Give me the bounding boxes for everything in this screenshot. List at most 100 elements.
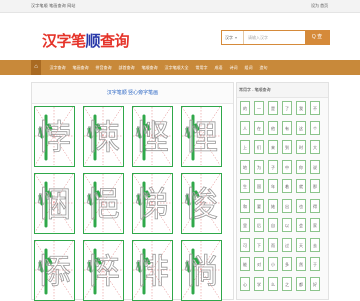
sidebar-char-link[interactable]: 时 xyxy=(296,140,306,154)
nav-item[interactable]: 汉字查询 xyxy=(46,60,69,75)
sidebar-char-link[interactable]: 到 xyxy=(282,140,292,154)
sidebar-char-link[interactable]: 好 xyxy=(310,276,320,291)
sidebar-char-link[interactable]: 下 xyxy=(254,237,264,252)
sidebar-char-link[interactable]: 她 xyxy=(268,198,278,213)
sidebar-char-link[interactable]: 后 xyxy=(254,218,264,232)
nav-item[interactable]: 笔画查询 xyxy=(69,60,92,75)
sidebar-char-link[interactable]: 了 xyxy=(282,101,292,115)
sidebar-char-link[interactable]: 是 xyxy=(268,101,278,115)
sidebar-char-link[interactable]: 得 xyxy=(310,198,320,213)
sidebar-char-link[interactable]: 可 xyxy=(240,237,250,252)
sidebar-char-link[interactable]: 说 xyxy=(310,159,320,174)
sidebar-char-link[interactable]: 们 xyxy=(254,140,264,154)
sidebar-char-link[interactable]: 地 xyxy=(240,159,250,174)
sidebar-char-link[interactable]: 出 xyxy=(282,198,292,213)
stroke-char: 悌 xyxy=(135,185,169,225)
sidebar-char-link[interactable]: 的 xyxy=(240,101,250,115)
nav-item[interactable]: 常用字 xyxy=(192,60,211,75)
sidebar-char-link[interactable]: 天 xyxy=(296,237,306,252)
sidebar-char-link[interactable]: 来 xyxy=(268,140,278,154)
sidebar-char-link[interactable]: 对 xyxy=(254,257,264,271)
main-panel: 汉字笔顺 竖心旁字笔画 悖悚悭悝悃悒悌悛悿悴悱惝 xyxy=(31,82,234,301)
sidebar-char-link[interactable]: 多 xyxy=(282,257,292,271)
sidebar-char-link[interactable]: 能 xyxy=(240,257,250,271)
nav-item[interactable]: 成语 xyxy=(211,60,226,75)
sidebar-char-link[interactable]: 么 xyxy=(268,276,278,291)
stroke-char: 悝 xyxy=(184,118,218,158)
stroke-char-cell[interactable]: 悚 xyxy=(83,106,124,167)
sidebar-char-link[interactable]: 自 xyxy=(268,218,278,232)
stroke-char: 悖 xyxy=(37,118,71,158)
sidebar-char-link[interactable]: 大 xyxy=(310,140,320,154)
sidebar-char-link[interactable]: 上 xyxy=(240,140,250,154)
sidebar-char-link[interactable]: 有 xyxy=(282,120,292,135)
sidebar-char-link[interactable]: 家 xyxy=(310,218,320,232)
stroke-char-cell[interactable]: 悛 xyxy=(181,173,222,234)
nav-item[interactable]: 部首查询 xyxy=(115,60,138,75)
sidebar-char-link[interactable]: 国 xyxy=(254,179,264,193)
stroke-char-cell[interactable]: 惝 xyxy=(181,240,222,301)
sidebar-char-link[interactable]: 过 xyxy=(282,237,292,252)
sidebar-char-link[interactable]: 为 xyxy=(254,159,264,174)
stroke-char-cell[interactable]: 悭 xyxy=(132,106,173,167)
search-box: 汉字 ▾ 请输入汉字 Q 查 xyxy=(221,30,330,45)
sidebar-char-link[interactable]: 去 xyxy=(310,237,320,252)
sidebar-char-link[interactable]: 小 xyxy=(268,257,278,271)
stroke-char-cell[interactable]: 悒 xyxy=(83,173,124,234)
stroke-char-cell[interactable]: 悖 xyxy=(34,106,75,167)
search-button[interactable]: Q 查 xyxy=(305,31,329,44)
sidebar-char-link[interactable]: 不 xyxy=(310,101,320,115)
home-icon[interactable]: ⌂ xyxy=(31,60,41,75)
stroke-char: 惝 xyxy=(184,252,218,292)
nav-item[interactable]: 诗词 xyxy=(226,60,241,75)
search-type-select[interactable]: 汉字 ▾ xyxy=(222,31,244,44)
sidebar-char-link[interactable]: 那 xyxy=(310,179,320,193)
stroke-char: 悴 xyxy=(86,252,120,292)
stroke-char: 悛 xyxy=(184,185,218,225)
sidebar: 常用字 - 笔顺查询 的一是了我不人在他有这个上们来到时大地为子中你说生国年着就… xyxy=(236,82,329,300)
sidebar-char-link[interactable]: 年 xyxy=(268,179,278,193)
sidebar-char-link[interactable]: 而 xyxy=(268,237,278,252)
sidebar-char-link[interactable]: 要 xyxy=(254,198,264,213)
set-homepage-link[interactable]: 设为 首页 xyxy=(311,3,328,9)
sidebar-char-link[interactable]: 个 xyxy=(310,120,320,135)
sidebar-char-link[interactable]: 在 xyxy=(254,120,264,135)
sidebar-char-link[interactable]: 生 xyxy=(240,179,250,193)
sidebar-char-link[interactable]: 于 xyxy=(310,257,320,271)
sidebar-char-link[interactable]: 一 xyxy=(254,101,264,115)
sidebar-char-link[interactable]: 中 xyxy=(282,159,292,174)
stroke-char-cell[interactable]: 悴 xyxy=(83,240,124,301)
sidebar-char-link[interactable]: 心 xyxy=(240,276,250,291)
search-input[interactable]: 请输入汉字 xyxy=(245,31,305,44)
sidebar-char-link[interactable]: 他 xyxy=(268,120,278,135)
sidebar-char-link[interactable]: 我 xyxy=(296,101,306,115)
nav-item[interactable]: 汉字笔顺大全 xyxy=(161,60,192,75)
sidebar-char-link[interactable]: 会 xyxy=(296,218,306,232)
sidebar-char-link[interactable]: 这 xyxy=(296,120,306,135)
stroke-char-cell[interactable]: 悿 xyxy=(34,240,75,301)
sidebar-char-link[interactable]: 子 xyxy=(268,159,278,174)
nav-item[interactable]: 笔顺查询 xyxy=(138,60,161,75)
sidebar-char-link[interactable]: 就 xyxy=(296,179,306,193)
sidebar-char-link[interactable]: 着 xyxy=(282,179,292,193)
top-bar-text: 汉字笔顺 笔画查询 网站 xyxy=(31,3,76,8)
sidebar-char-link[interactable]: 和 xyxy=(240,198,250,213)
page-title: 汉字笔顺 竖心旁字笔画 xyxy=(32,83,233,104)
sidebar-char-link[interactable]: 以 xyxy=(282,218,292,232)
stroke-char-cell[interactable]: 悝 xyxy=(181,106,222,167)
nav-item[interactable]: 拼音查询 xyxy=(92,60,115,75)
sidebar-char-link[interactable]: 然 xyxy=(296,257,306,271)
stroke-char-cell[interactable]: 悃 xyxy=(34,173,75,234)
sidebar-char-link[interactable]: 你 xyxy=(296,159,306,174)
sidebar-char-link[interactable]: 里 xyxy=(240,218,250,232)
nav-item[interactable]: 组词 xyxy=(241,60,256,75)
site-logo[interactable]: 汉字笔顺查询 xyxy=(42,30,130,51)
nav-item[interactable]: 造句 xyxy=(256,60,271,75)
stroke-char-cell[interactable]: 悱 xyxy=(132,240,173,301)
sidebar-char-link[interactable]: 之 xyxy=(282,276,292,291)
sidebar-char-link[interactable]: 都 xyxy=(296,276,306,291)
sidebar-char-link[interactable]: 学 xyxy=(254,276,264,291)
sidebar-char-link[interactable]: 也 xyxy=(296,198,306,213)
stroke-char-cell[interactable]: 悌 xyxy=(132,173,173,234)
sidebar-char-link[interactable]: 人 xyxy=(240,120,250,135)
